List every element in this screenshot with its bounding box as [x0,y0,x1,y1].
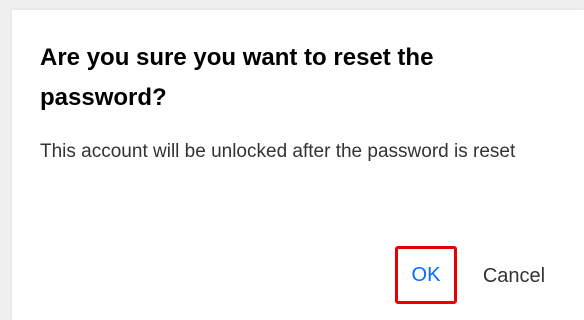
dialog-title: Are you sure you want to reset the passw… [40,44,434,111]
reset-password-dialog: Are you sure you want to reset the passw… [12,10,584,320]
cancel-button[interactable]: Cancel [474,263,554,289]
dialog-footer: OK Cancel [12,246,584,306]
ok-button[interactable]: OK [395,246,457,304]
dialog-message: This account will be unlocked after the … [40,141,516,162]
